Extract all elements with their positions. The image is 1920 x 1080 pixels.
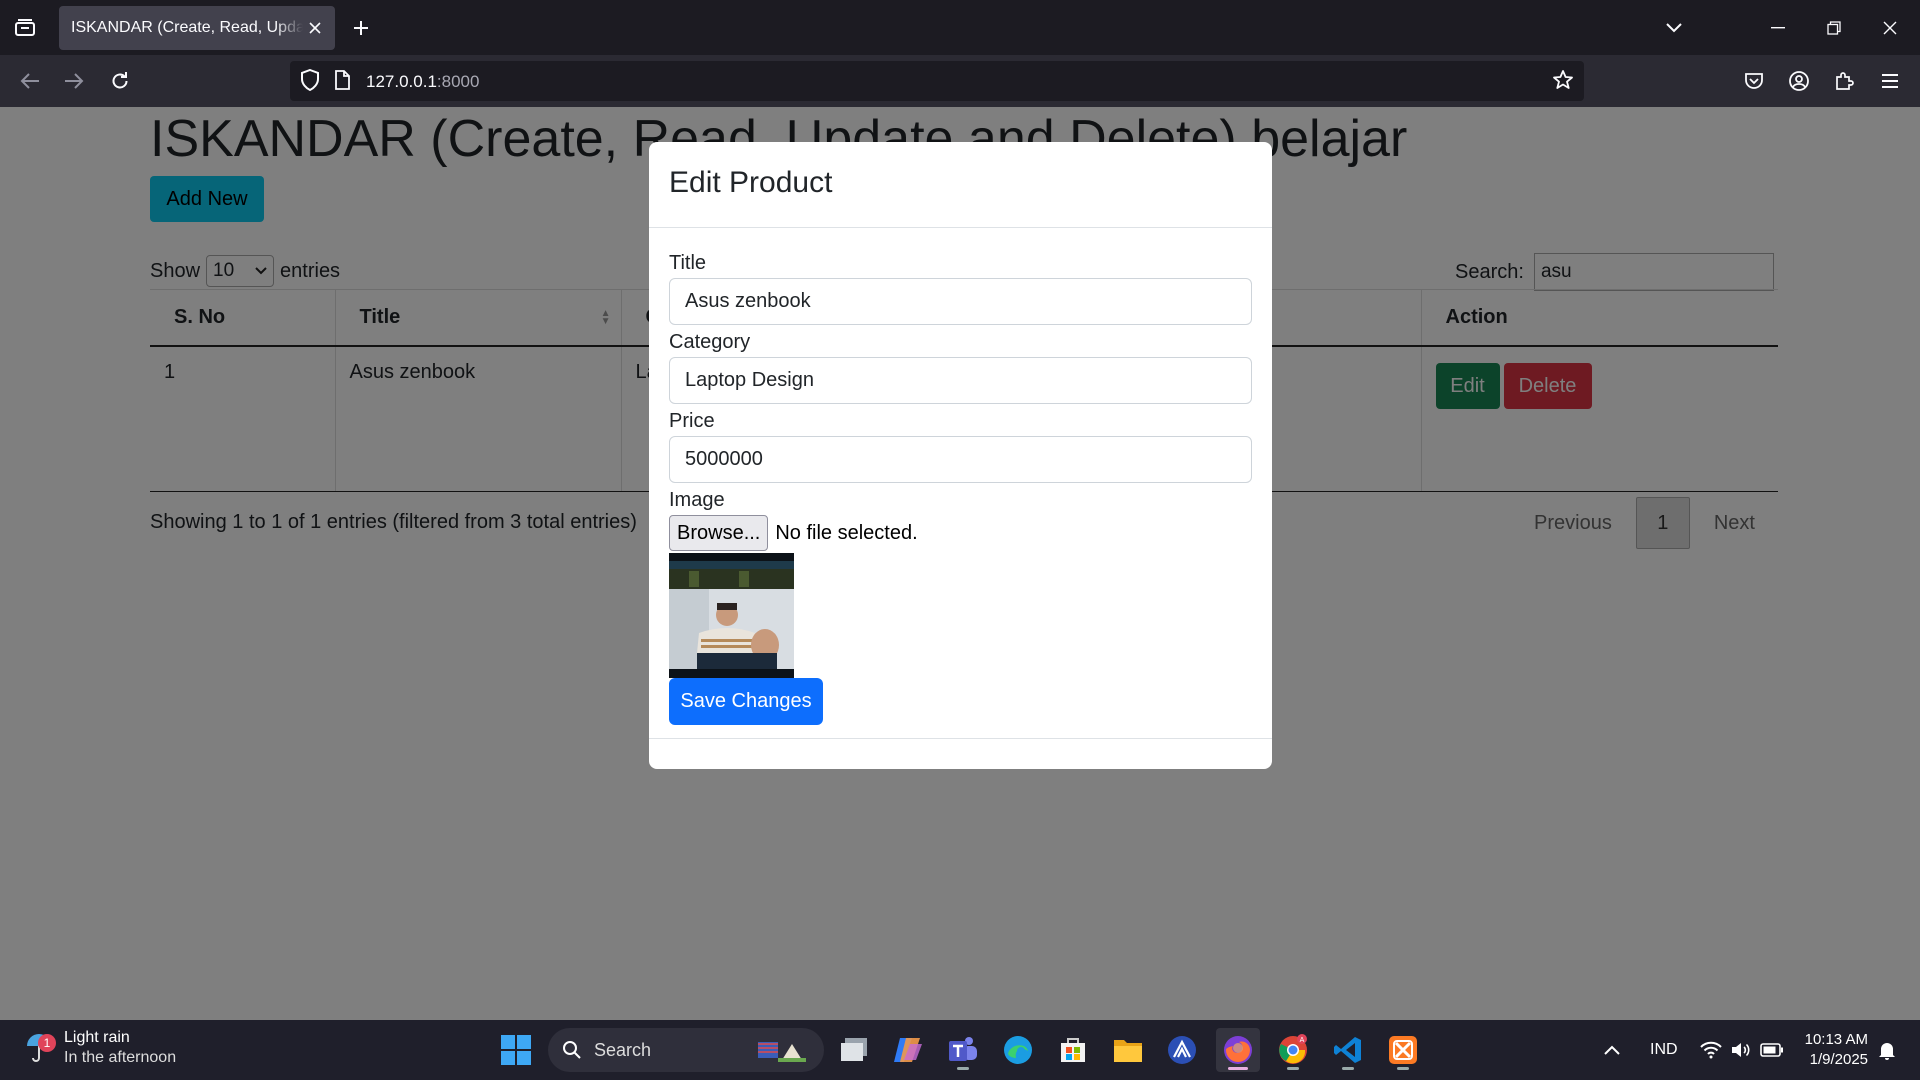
dev-app-icon[interactable] [1160,1028,1204,1072]
svg-text:A: A [1300,1037,1305,1044]
running-indicator [1342,1067,1354,1070]
browser-tab-active[interactable]: ISKANDAR (Create, Read, Update and Delet… [59,6,335,50]
tab-title: ISKANDAR (Create, Read, Update and Delet… [71,19,303,36]
edit-product-modal: Edit Product Title Asus zenbook Category… [649,142,1272,769]
show-hidden-icons[interactable] [1604,1020,1620,1080]
xampp-icon[interactable] [1381,1028,1425,1072]
menu-icon[interactable] [1872,63,1908,99]
extensions-icon[interactable] [1826,63,1862,99]
category-input[interactable]: Laptop Design [669,357,1252,404]
edge-icon[interactable] [996,1028,1040,1072]
battery-icon[interactable] [1760,1020,1784,1080]
taskbar-search-label: Search [594,1039,652,1060]
firefox-icon[interactable] [1216,1028,1260,1072]
wifi-icon[interactable] [1700,1020,1722,1080]
rain-umbrella-icon: 1 [24,1028,58,1068]
reload-icon[interactable] [102,63,138,99]
task-view-icon[interactable] [832,1028,876,1072]
back-icon[interactable] [12,63,48,99]
file-explorer-icon[interactable] [1106,1028,1150,1072]
chevron-up-icon [1604,1045,1620,1055]
pocket-icon[interactable] [1736,63,1772,99]
running-indicator [1397,1067,1409,1070]
product-image-thumbnail [669,553,794,678]
chrome-icon[interactable]: A [1271,1028,1315,1072]
weather-badge: 1 [38,1034,56,1052]
taskbar-search[interactable]: Search [548,1028,824,1072]
product-photo [669,553,794,678]
browse-button[interactable]: Browse... [669,515,769,551]
language-indicator[interactable]: IND [1650,1020,1678,1080]
category-label: Category [669,331,751,353]
image-file-input: Browse... No file selected. [669,515,1252,551]
list-all-tabs-icon[interactable] [1652,8,1696,48]
teams-icon[interactable] [941,1028,985,1072]
running-indicator [1228,1067,1248,1070]
notification-bell-icon[interactable] [1878,1020,1896,1080]
title-input[interactable]: Asus zenbook [669,278,1252,325]
copilot-icon[interactable] [886,1028,930,1072]
running-indicator [1287,1067,1299,1070]
forward-icon[interactable] [56,63,92,99]
clock-time: 10:13 AM [1804,1031,1868,1048]
file-status: No file selected. [775,521,918,544]
price-label: Price [669,410,715,432]
modal-title: Edit Product [669,166,833,199]
image-label: Image [669,489,725,511]
bookmark-star-icon[interactable] [1552,69,1574,96]
minimize-icon[interactable] [1756,8,1800,48]
search-highlight-icon [758,1038,806,1064]
close-tab-icon[interactable] [305,18,325,38]
url-text: 127.0.0.1:8000 [366,72,480,91]
price-input[interactable]: 5000000 [669,436,1252,483]
windows-taskbar: 1 Light rain In the afternoon Search A I… [0,1020,1920,1080]
title-label: Title [669,252,707,274]
save-changes-button[interactable]: Save Changes [669,678,823,725]
restore-icon[interactable] [1812,8,1856,48]
weather-text: Light rain In the afternoon [64,1028,176,1068]
close-window-icon[interactable] [1868,8,1912,48]
modal-footer [649,738,1272,769]
clock-date: 1/9/2025 [1809,1051,1868,1068]
browser-tab-bar: ISKANDAR (Create, Read, Update and Delet… [0,0,1920,55]
system-clock[interactable]: 10:13 AM 1/9/2025 [1798,1030,1868,1070]
modal-header: Edit Product [649,142,1272,228]
account-icon[interactable] [1781,63,1817,99]
volume-icon[interactable] [1730,1020,1752,1080]
windows-start-icon[interactable] [500,1034,532,1071]
tab-list-icon[interactable] [8,12,42,44]
modal-body: Title Asus zenbook Category Laptop Desig… [649,228,1272,725]
weather-title: Light rain [64,1029,130,1046]
weather-subtitle: In the afternoon [64,1049,177,1066]
weather-widget[interactable]: 1 Light rain In the afternoon [24,1028,176,1068]
search-icon [563,1041,581,1059]
new-tab-icon[interactable] [345,12,377,44]
vscode-icon[interactable] [1326,1028,1370,1072]
url-bar[interactable]: 127.0.0.1:8000 [290,61,1584,101]
browser-nav-bar: 127.0.0.1:8000 [0,55,1920,107]
page-info-icon[interactable] [334,70,350,95]
tracking-protection-icon[interactable] [300,68,320,96]
microsoft-store-icon[interactable] [1051,1028,1095,1072]
running-indicator [957,1067,969,1070]
